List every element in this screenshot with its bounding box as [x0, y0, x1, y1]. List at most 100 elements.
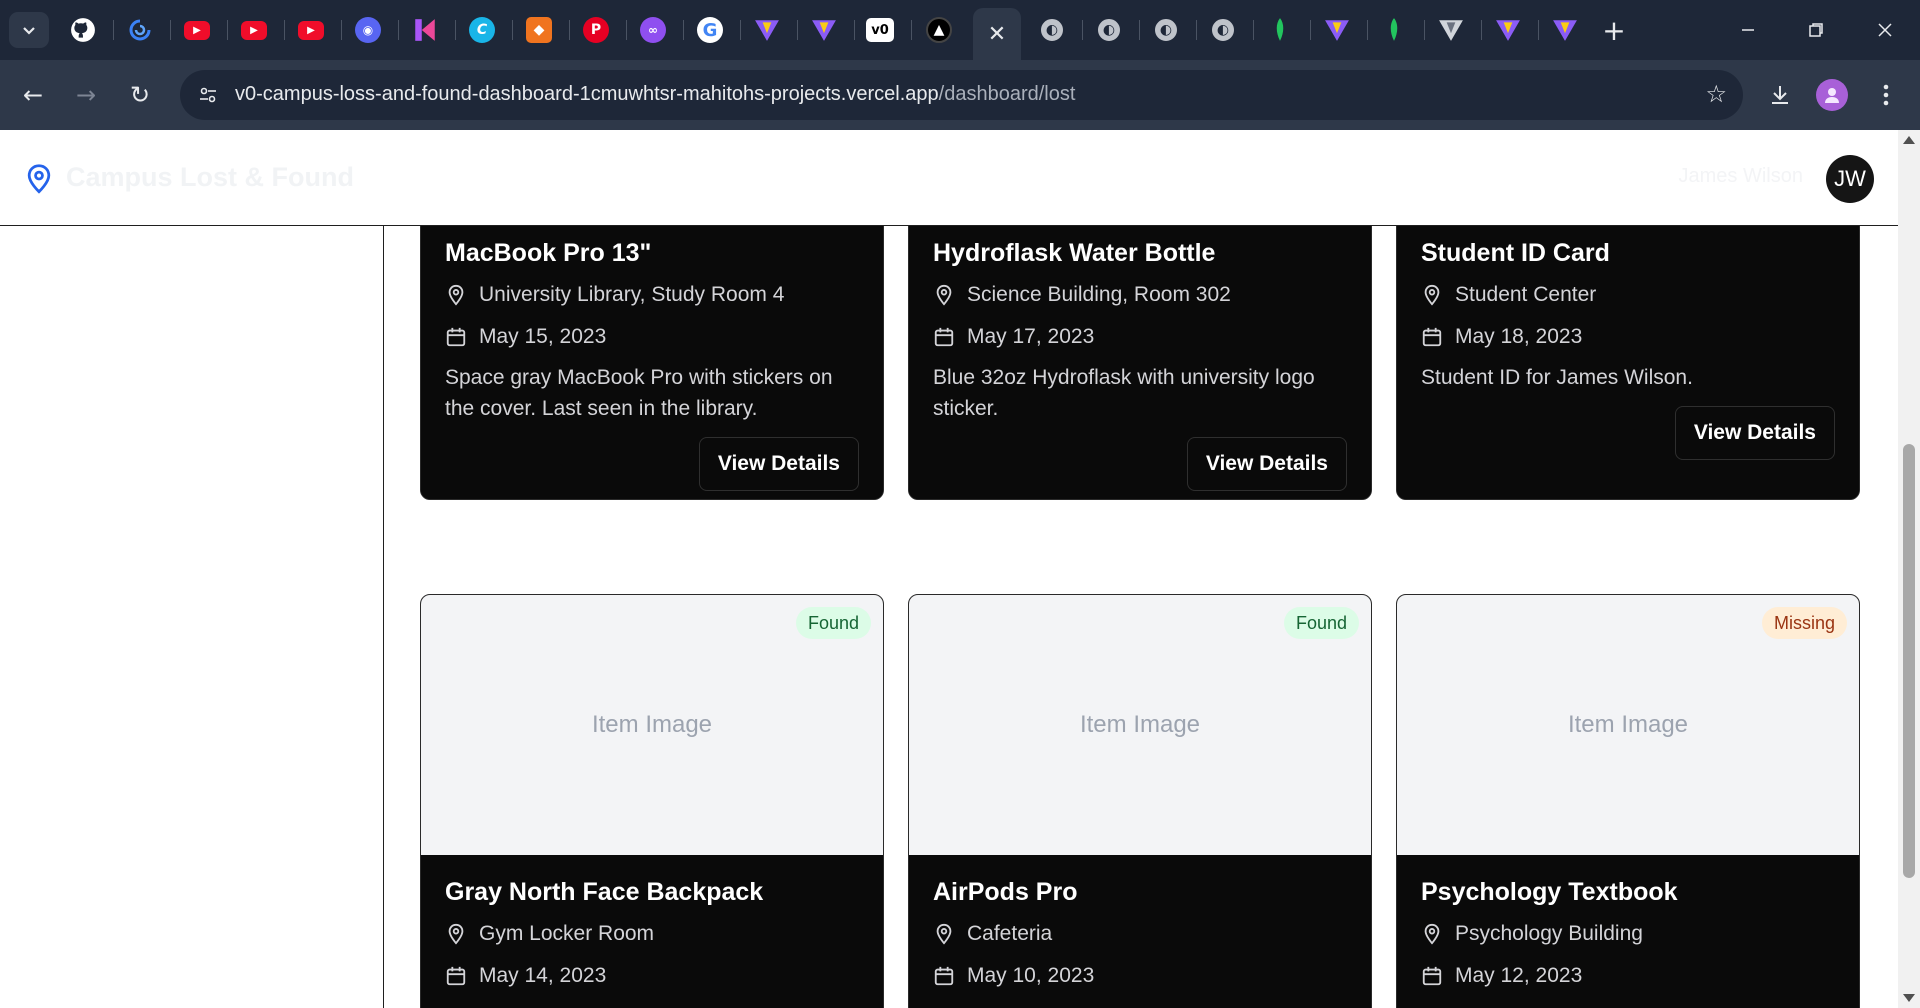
- calendar-icon: [934, 327, 954, 347]
- view-details-button[interactable]: View Details: [1674, 406, 1835, 460]
- card-body: MacBook Pro 13" University Library, Stud…: [421, 216, 883, 499]
- tab-canva[interactable]: C: [468, 15, 496, 45]
- close-icon: [1878, 23, 1892, 37]
- item-location-text: Gym Locker Room: [479, 922, 655, 945]
- tab-k-app[interactable]: [411, 15, 439, 45]
- item-date: May 14, 2023: [445, 964, 606, 988]
- close-tab-icon[interactable]: ✕: [988, 21, 1006, 47]
- user-icon: [1825, 88, 1839, 103]
- restore-button[interactable]: [1796, 14, 1836, 46]
- site-info-button[interactable]: [192, 79, 224, 111]
- tab-v0[interactable]: v0: [866, 15, 894, 45]
- new-tab-button[interactable]: +: [1598, 14, 1630, 47]
- sync-icon: [129, 19, 151, 41]
- address-bar[interactable]: v0-campus-loss-and-found-dashboard-1cmuw…: [180, 70, 1743, 120]
- item-location-text: Student Center: [1455, 283, 1597, 306]
- profile-avatar[interactable]: [1816, 79, 1848, 111]
- pinterest-icon: P: [583, 17, 609, 43]
- status-badge: Found: [1283, 607, 1359, 639]
- card-body: Psychology Textbook Psychology Building …: [1397, 855, 1859, 1008]
- globe-icon: ◐: [1041, 19, 1063, 41]
- vertex-icon: [1439, 20, 1463, 41]
- scroll-up-arrow-icon[interactable]: [1903, 136, 1915, 144]
- tab-vite-1[interactable]: [753, 15, 781, 45]
- box-icon: ◆: [526, 17, 552, 43]
- item-date: May 17, 2023: [933, 325, 1094, 349]
- item-image-label: Item Image: [1567, 711, 1689, 738]
- tab-leaf-1[interactable]: [1266, 15, 1294, 45]
- item-title: Gray North Face Backpack: [445, 878, 764, 906]
- c-logo-icon: C: [469, 17, 495, 43]
- tab-vite-4[interactable]: [1494, 15, 1522, 45]
- downloads-button[interactable]: [1762, 77, 1798, 113]
- item-date-text: May 15, 2023: [479, 325, 607, 348]
- tab-leaf-2[interactable]: [1380, 15, 1408, 45]
- google-icon: G: [697, 17, 723, 43]
- arrow-left-icon: ←: [22, 81, 44, 109]
- reload-button[interactable]: ↻: [122, 77, 158, 113]
- tab-sync[interactable]: [126, 15, 154, 45]
- globe-icon: ◐: [1098, 19, 1120, 41]
- item-title: Psychology Textbook: [1421, 878, 1678, 906]
- tab-github[interactable]: [69, 15, 97, 45]
- scrollbar-thumb[interactable]: [1903, 444, 1915, 878]
- view-details-button[interactable]: View Details: [1186, 437, 1347, 491]
- forward-button[interactable]: →: [68, 77, 104, 113]
- status-badge: Missing: [1761, 607, 1847, 639]
- close-window-button[interactable]: [1865, 14, 1905, 46]
- scroll-down-arrow-icon[interactable]: [1903, 994, 1915, 1002]
- vite-icon: [755, 20, 779, 41]
- url-path: /dashboard/lost: [938, 83, 1076, 105]
- brand-title[interactable]: Campus Lost & Found: [66, 162, 354, 193]
- tab-youtube-1[interactable]: ▶: [183, 15, 211, 45]
- tab-vite-3[interactable]: [1323, 15, 1351, 45]
- item-title: MacBook Pro 13": [445, 239, 652, 267]
- tab-globe-2[interactable]: ◐: [1095, 15, 1123, 45]
- triangle-icon: ▲: [926, 17, 952, 43]
- youtube-icon: ▶: [241, 20, 267, 40]
- tab-youtube-2[interactable]: ▶: [240, 15, 268, 45]
- item-image-label: Item Image: [591, 711, 713, 738]
- tab-vertex[interactable]: [1437, 15, 1465, 45]
- k-logo-icon: [415, 19, 435, 41]
- page-scrollbar[interactable]: [1898, 130, 1920, 1008]
- item-location-text: Science Building, Room 302: [967, 283, 1231, 306]
- tab-discord[interactable]: ◉: [354, 15, 382, 45]
- tab-google[interactable]: G: [696, 15, 724, 45]
- bookmark-star-icon[interactable]: ☆: [1705, 80, 1727, 108]
- map-pin-icon: [1424, 284, 1440, 306]
- item-title: Student ID Card: [1421, 239, 1610, 267]
- tab-globe-4[interactable]: ◐: [1209, 15, 1237, 45]
- browser-menu-button[interactable]: [1868, 77, 1904, 113]
- back-button[interactable]: ←: [15, 77, 51, 113]
- active-tab[interactable]: ✕: [973, 8, 1021, 60]
- vite-icon: [1325, 20, 1349, 41]
- tab-box[interactable]: ◆: [525, 15, 553, 45]
- item-location: Science Building, Room 302: [933, 283, 1231, 307]
- user-avatar[interactable]: JW: [1826, 155, 1874, 203]
- leaf-icon: [1276, 18, 1284, 41]
- item-location-text: Cafeteria: [967, 922, 1053, 945]
- tune-icon: [200, 87, 216, 103]
- calendar-icon: [1422, 327, 1442, 347]
- item-date: May 12, 2023: [1421, 964, 1582, 988]
- view-details-button[interactable]: View Details: [698, 437, 859, 491]
- tab-youtube-3[interactable]: ▶: [297, 15, 325, 45]
- tab-search-button[interactable]: [9, 12, 49, 48]
- minimize-button[interactable]: [1728, 14, 1768, 46]
- map-pin-icon: [448, 923, 464, 945]
- tab-vercel[interactable]: ▲: [925, 15, 953, 45]
- tab-globe-3[interactable]: ◐: [1152, 15, 1180, 45]
- item-image-label: Item Image: [1079, 711, 1201, 738]
- item-card: Item Image Found Gray North Face Backpac…: [420, 594, 884, 1008]
- item-date-text: May 12, 2023: [1455, 964, 1583, 987]
- tab-vite-2[interactable]: [810, 15, 838, 45]
- tab-cloud[interactable]: ∞: [639, 15, 667, 45]
- item-location: Cafeteria: [933, 922, 1052, 946]
- tab-globe-1[interactable]: ◐: [1038, 15, 1066, 45]
- tab-pinterest[interactable]: P: [582, 15, 610, 45]
- tab-vite-5[interactable]: [1551, 15, 1579, 45]
- globe-icon: ◐: [1155, 19, 1177, 41]
- url-text[interactable]: v0-campus-loss-and-found-dashboard-1cmuw…: [235, 83, 1075, 106]
- map-pin-icon: [27, 164, 51, 194]
